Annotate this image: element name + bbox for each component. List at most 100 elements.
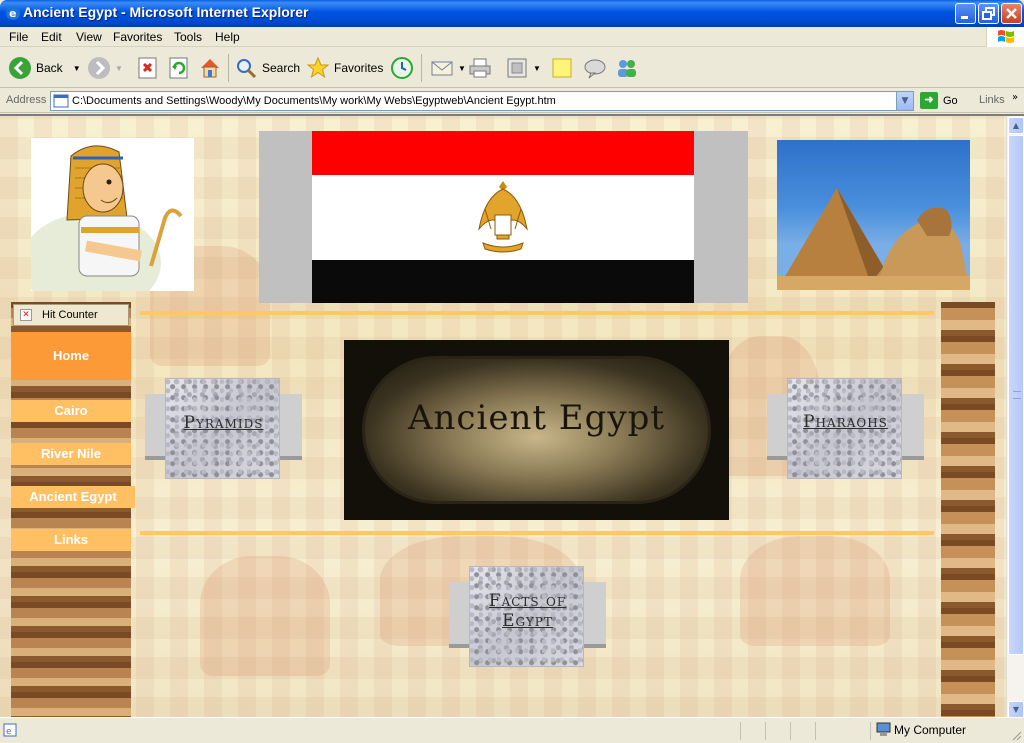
mail-button[interactable]: ▼ (430, 54, 466, 82)
home-button[interactable] (198, 54, 226, 82)
status-divider (740, 722, 741, 740)
pyramids-button[interactable]: Pyramids (145, 378, 302, 483)
menu-edit[interactable]: Edit (41, 30, 62, 44)
printer-icon (469, 58, 491, 78)
links-chevron-icon[interactable]: » (1012, 92, 1018, 103)
go-label: Go (943, 94, 958, 107)
pharaohs-button[interactable]: Pharaohs (767, 378, 924, 483)
refresh-icon (169, 57, 188, 79)
banner-title: Ancient Egypt (407, 398, 666, 438)
edit-dropdown-icon[interactable]: ▼ (533, 64, 541, 73)
print-button[interactable] (468, 54, 496, 82)
close-button[interactable] (1001, 3, 1022, 24)
resize-grip-icon[interactable] (1010, 729, 1022, 741)
scroll-up-icon[interactable]: ▲ (1008, 117, 1024, 134)
discuss-button[interactable] (550, 54, 578, 82)
status-divider (790, 722, 791, 740)
windows-flag-icon (998, 30, 1014, 43)
refresh-button[interactable] (167, 54, 195, 82)
address-url: C:\Documents and Settings\Woody\My Docum… (72, 95, 556, 107)
research-button[interactable] (615, 54, 643, 82)
status-divider (815, 722, 816, 740)
home-icon (201, 59, 219, 78)
minimize-icon (961, 16, 968, 19)
toolbar-separator (421, 54, 422, 82)
scroll-thumb[interactable] (1008, 135, 1024, 655)
chat-bubble-icon (584, 59, 606, 79)
menu-view[interactable]: View (76, 30, 102, 44)
window-title: Ancient Egypt - Microsoft Internet Explo… (23, 4, 309, 20)
status-divider (870, 722, 871, 740)
nav-cairo-link[interactable]: Cairo (11, 400, 131, 422)
status-bar: e My Computer (0, 717, 1024, 743)
maximize-button[interactable] (978, 3, 999, 24)
facts-of-egypt-button[interactable]: Facts of Egypt (449, 566, 606, 671)
status-divider (765, 722, 766, 740)
left-navigation: ✕ Hit Counter Home Cairo River Nile Anci… (11, 302, 135, 717)
people-icon (618, 60, 636, 77)
favorites-button[interactable]: Favorites (306, 54, 383, 82)
menu-help[interactable]: Help (215, 30, 240, 44)
divider-line (140, 311, 934, 315)
history-icon (391, 57, 413, 79)
mail-dropdown-icon[interactable]: ▼ (458, 64, 466, 73)
broken-image-icon: ✕ (20, 309, 32, 321)
forward-dropdown-icon[interactable]: ▼ (115, 64, 123, 73)
menu-bar: File Edit View Favorites Tools Help (0, 27, 1024, 47)
links-toolbar[interactable]: Links (979, 94, 1005, 106)
background-figure (740, 536, 890, 646)
scroll-down-icon[interactable]: ▼ (1008, 701, 1024, 717)
title-bar: e Ancient Egypt - Microsoft Internet Exp… (0, 0, 1024, 27)
page-icon (53, 94, 69, 108)
hit-counter: ✕ Hit Counter (13, 304, 129, 326)
menu-file[interactable]: File (9, 30, 28, 44)
address-dropdown-icon[interactable]: ▼ (896, 92, 913, 110)
nav-links-link[interactable]: Links (11, 529, 131, 551)
windows-logo (986, 27, 1024, 47)
stop-button[interactable] (136, 54, 164, 82)
search-button[interactable]: Search (234, 54, 300, 82)
menu-favorites[interactable]: Favorites (113, 30, 162, 44)
ancient-egypt-banner: Ancient Egypt (344, 340, 729, 520)
note-icon (552, 58, 572, 78)
nav-home-link[interactable]: Home (11, 332, 131, 380)
back-button[interactable]: Back ▼ (8, 54, 81, 82)
pharaoh-cartoon-image (31, 138, 194, 291)
address-bar: Address C:\Documents and Settings\Woody\… (0, 89, 1024, 113)
nav-river-nile-link[interactable]: River Nile (11, 443, 131, 465)
messenger-button[interactable] (583, 54, 611, 82)
hit-counter-label: Hit Counter (42, 309, 98, 321)
security-zone: My Computer (876, 722, 966, 737)
history-button[interactable] (390, 54, 418, 82)
pyramids-label: Pyramids (183, 413, 264, 433)
toolbar: Back ▼ ▼ Search Favorites ▼ ▼ (0, 48, 1024, 88)
toolbar-separator (228, 54, 229, 82)
restore-icon (982, 7, 995, 20)
forward-button[interactable]: ▼ (87, 54, 123, 82)
nav-ancient-egypt-link[interactable]: Ancient Egypt (11, 486, 135, 508)
page-viewport: ✕ Hit Counter Home Cairo River Nile Anci… (0, 114, 1024, 717)
back-dropdown-icon[interactable]: ▼ (73, 64, 81, 73)
pyramids-sphinx-image (777, 140, 970, 290)
mail-icon (431, 61, 453, 76)
close-icon (1006, 8, 1017, 19)
go-button[interactable]: ➜ Go (920, 92, 958, 109)
page-loaded-icon: e (3, 723, 17, 737)
divider-line (140, 531, 934, 535)
pharaohs-label: Pharaohs (803, 412, 888, 432)
background-figure (200, 556, 330, 676)
my-computer-icon (876, 722, 891, 736)
egypt-flag-image (259, 131, 748, 303)
forward-arrow-icon (88, 57, 110, 79)
eagle-emblem-icon (478, 181, 528, 253)
edit-button[interactable]: ▼ (505, 54, 541, 82)
go-arrow-icon: ➜ (920, 92, 938, 109)
internet-explorer-icon: e (6, 6, 20, 20)
stop-icon (138, 57, 157, 79)
menu-tools[interactable]: Tools (174, 30, 202, 44)
address-input[interactable]: C:\Documents and Settings\Woody\My Docum… (50, 91, 914, 111)
minimize-button[interactable] (955, 3, 976, 24)
search-icon (237, 59, 257, 79)
address-label: Address (6, 94, 47, 106)
vertical-scrollbar[interactable]: ▲ ▼ (1006, 116, 1024, 717)
